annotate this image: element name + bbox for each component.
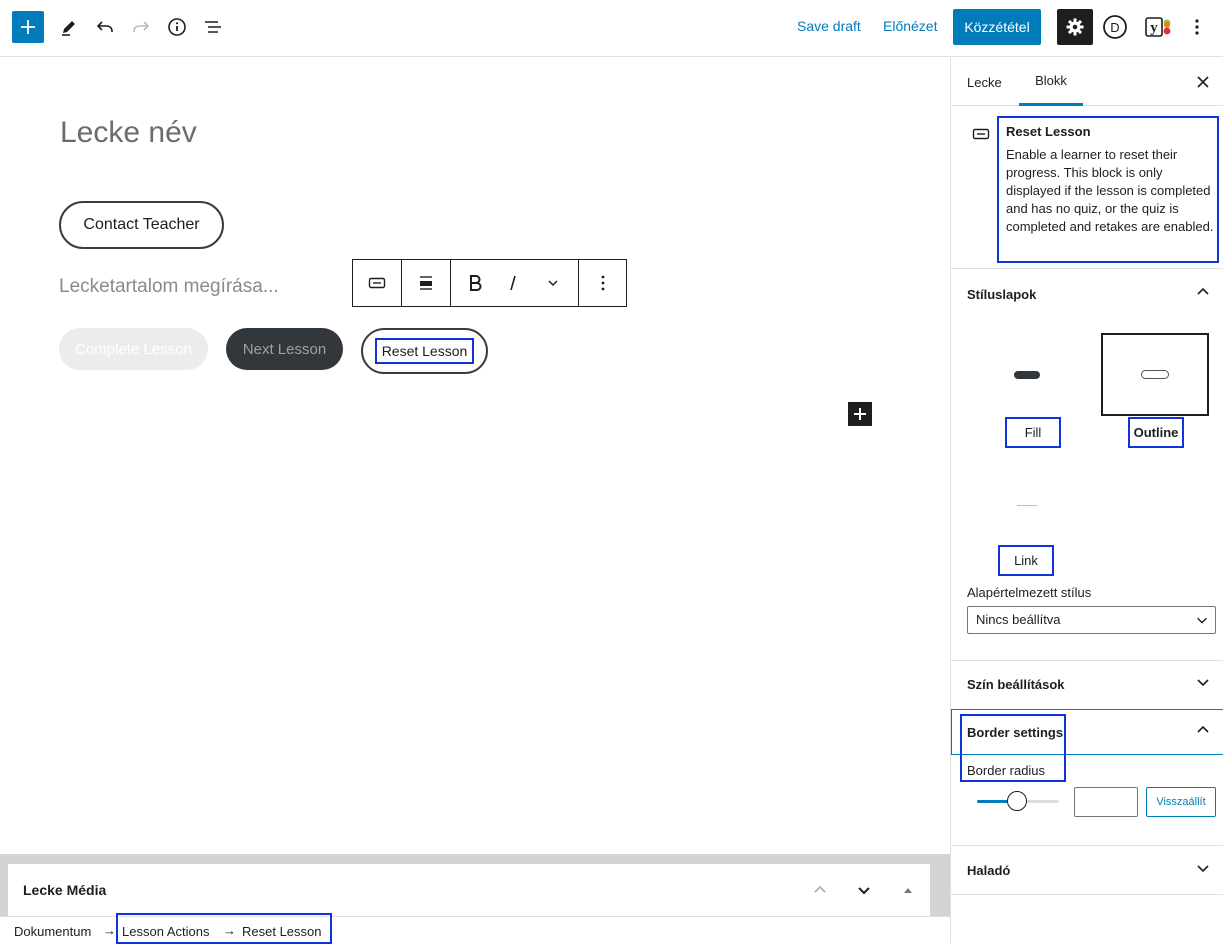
align-icon (420, 276, 432, 290)
avatar-d-button[interactable]: D (1098, 10, 1132, 44)
italic-button[interactable] (499, 260, 527, 306)
plus-icon (854, 408, 866, 420)
avatar-d-icon: D (1103, 15, 1127, 39)
bold-icon (470, 275, 482, 291)
editor-canvas: Lecke név Contact Teacher Lecketartalom … (0, 58, 950, 854)
undo-button[interactable] (88, 10, 122, 44)
breadcrumb-item-document[interactable]: Dokumentum (14, 924, 91, 939)
block-type-button[interactable] (353, 260, 402, 306)
publish-button[interactable]: Közzététel (953, 9, 1041, 45)
align-button[interactable] (402, 260, 451, 306)
color-settings-toggle[interactable]: Szín beállítások (951, 660, 1223, 708)
border-radius-label: Border radius (967, 763, 1046, 778)
chevron-down-icon (1197, 679, 1209, 687)
options-button[interactable] (1180, 10, 1214, 44)
list-view-button[interactable] (196, 10, 230, 44)
meta-boxes-area: Lecke Média (0, 854, 950, 916)
more-formats-button[interactable] (527, 260, 579, 306)
link-preview (973, 464, 1081, 547)
chevron-down-icon (547, 280, 558, 287)
breadcrumb-separator: → (223, 923, 236, 938)
border-radius-slider-thumb[interactable] (1007, 791, 1027, 811)
complete-lesson-button[interactable]: Complete Lesson (59, 328, 208, 370)
metabox-title: Lecke Média (23, 882, 107, 898)
border-settings-toggle[interactable] (951, 709, 1223, 755)
chevron-up-icon (1197, 287, 1209, 295)
pencil-icon (62, 21, 75, 36)
add-block-button[interactable] (848, 402, 872, 426)
outline-preview (1101, 333, 1209, 416)
styles-panel-title: Stíluslapok (967, 286, 1037, 302)
move-up-button[interactable] (808, 878, 832, 902)
bold-button[interactable] (451, 260, 499, 306)
move-down-button[interactable] (852, 878, 876, 902)
preview-button[interactable]: Előnézet (883, 18, 937, 34)
details-button[interactable] (160, 10, 194, 44)
svg-text:y: y (1150, 20, 1158, 36)
save-draft-button[interactable]: Save draft (797, 18, 861, 34)
plus-icon (21, 20, 35, 34)
add-block-toggle-button[interactable] (12, 11, 44, 43)
button-block-icon (972, 128, 990, 140)
toggle-panel-button[interactable] (896, 878, 920, 902)
tab-blokk[interactable]: Blokk (1019, 58, 1083, 106)
list-view-icon (205, 21, 221, 33)
breadcrumb-item-lesson-actions[interactable]: Lesson Actions (122, 924, 209, 939)
settings-button[interactable] (1057, 9, 1093, 45)
fill-preview (973, 333, 1081, 416)
lesson-media-metabox: Lecke Média (8, 864, 930, 916)
panel-divider (951, 894, 1223, 895)
button-block-icon (368, 277, 386, 289)
chevron-down-icon (1197, 865, 1209, 873)
italic-icon (510, 275, 516, 291)
chevron-up-icon (814, 885, 826, 893)
border-radius-reset-button[interactable]: Visszaállít (1146, 787, 1216, 817)
advanced-panel-title: Haladó (967, 862, 1011, 878)
breadcrumb-item-reset-lesson[interactable]: Reset Lesson (242, 924, 322, 939)
breadcrumb-separator: → (103, 923, 116, 938)
block-card-highlight (997, 116, 1219, 263)
editor-top-bar: Save draft Előnézet Közzététel D y (0, 0, 1223, 57)
yoast-button[interactable]: y (1140, 10, 1174, 44)
yoast-icon: y (1145, 17, 1171, 37)
svg-text:D: D (1110, 20, 1119, 35)
redo-icon (133, 21, 150, 32)
gear-icon (1066, 18, 1084, 36)
chevron-down-icon (1197, 617, 1207, 624)
style-label-fill: Fill (1005, 417, 1061, 448)
kebab-menu-icon (1195, 19, 1199, 35)
color-settings-title: Szín beállítások (967, 676, 1065, 692)
breadcrumb: Dokumentum → Lesson Actions → Reset Less… (0, 913, 950, 944)
default-style-value: Nincs beállítva (976, 612, 1061, 627)
redo-button[interactable] (124, 10, 158, 44)
post-title[interactable]: Lecke név (60, 116, 197, 150)
style-label-outline: Outline (1128, 417, 1184, 448)
styles-panel-toggle[interactable]: Stíluslapok (951, 270, 1223, 318)
next-lesson-button[interactable]: Next Lesson (226, 328, 343, 370)
kebab-menu-icon (601, 275, 604, 291)
sidebar-tabs: Lecke Blokk (951, 58, 1223, 106)
undo-icon (96, 21, 113, 32)
style-label-link: Link (998, 545, 1054, 576)
contact-teacher-button[interactable]: Contact Teacher (59, 201, 224, 249)
default-style-select[interactable]: Nincs beállítva (967, 606, 1216, 634)
content-placeholder[interactable]: Lecketartalom megírása... (59, 276, 279, 298)
advanced-panel-toggle[interactable]: Haladó (951, 846, 1223, 894)
chevron-down-icon (858, 887, 870, 895)
block-card: Reset Lesson Enable a learner to reset t… (951, 106, 1223, 269)
close-icon (1197, 76, 1209, 88)
tab-lecke[interactable]: Lecke (963, 58, 1006, 106)
info-icon (168, 18, 186, 36)
triangle-up-icon (904, 888, 912, 893)
default-style-label: Alapértelmezett stílus (967, 585, 1092, 600)
reset-lesson-label: Reset Lesson (374, 338, 475, 364)
tools-button[interactable] (52, 10, 86, 44)
border-radius-input[interactable] (1074, 787, 1138, 817)
block-options-button[interactable] (579, 260, 626, 306)
block-toolbar (352, 259, 627, 307)
close-sidebar-button[interactable] (1191, 70, 1215, 94)
settings-sidebar: Lecke Blokk Reset Lesson Enable a learne… (950, 58, 1223, 943)
reset-lesson-button[interactable]: Reset Lesson (361, 328, 488, 374)
